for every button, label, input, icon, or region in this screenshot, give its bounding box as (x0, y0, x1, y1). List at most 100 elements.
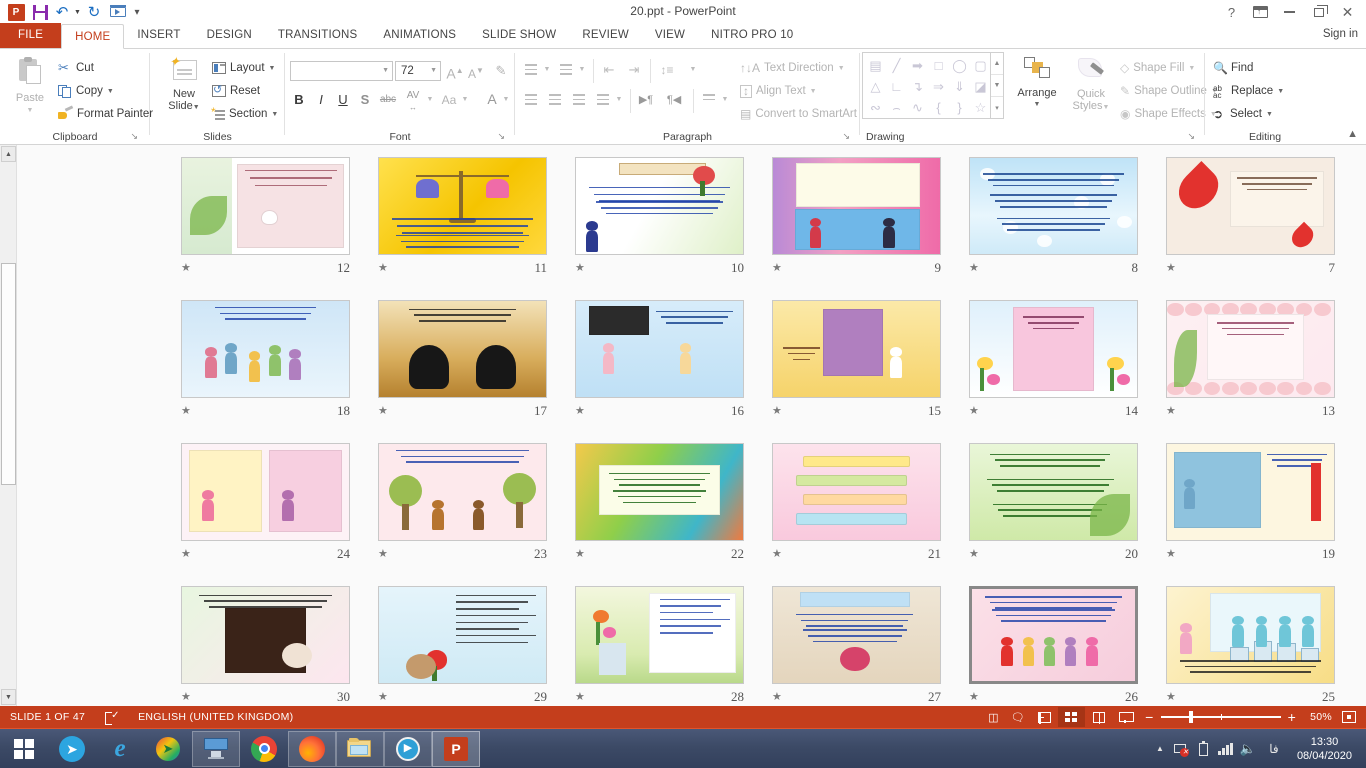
character-spacing-dropdown[interactable]: ▼ (425, 91, 435, 109)
tab-review[interactable]: REVIEW (569, 23, 642, 48)
slide-thumbnail-cell[interactable]: ★22 (575, 443, 744, 565)
strikethrough-button[interactable]: abc (377, 93, 399, 107)
slide-show-button[interactable] (1112, 707, 1139, 727)
tab-design[interactable]: DESIGN (194, 23, 265, 48)
shape-right-brace-icon[interactable]: } (949, 97, 970, 118)
redo-icon[interactable]: ↻ (82, 1, 106, 23)
slide-sorter-view-button[interactable] (1058, 707, 1085, 727)
slide-thumbnail[interactable] (575, 443, 744, 541)
shape-left-brace-icon[interactable]: { (928, 97, 949, 118)
slide-thumbnail[interactable] (772, 300, 941, 398)
copy-button[interactable]: Copy ▼ (58, 82, 114, 100)
slide-thumbnail-cell[interactable]: ★28 (575, 586, 744, 706)
tab-transitions[interactable]: TRANSITIONS (265, 23, 371, 48)
slide-thumbnail[interactable] (181, 300, 350, 398)
animation-star-icon[interactable]: ★ (378, 691, 388, 703)
convert-to-smartart-button[interactable]: ▤ Convert to SmartArt ▼ (740, 105, 868, 123)
spell-check-button[interactable] (95, 706, 128, 728)
slide-thumbnail-cell[interactable]: ★29 (378, 586, 547, 706)
fit-to-window-button[interactable] (1340, 706, 1366, 728)
bold-button[interactable]: B (290, 91, 308, 109)
slide-thumbnail[interactable] (181, 443, 350, 541)
slide-thumbnail-cell[interactable]: ★26 (969, 586, 1138, 706)
taskbar-onscreen-keyboard[interactable] (192, 731, 240, 767)
network-status-icon[interactable]: ✕ (1171, 729, 1193, 768)
restore-button[interactable] (1304, 1, 1333, 23)
animation-star-icon[interactable]: ★ (378, 262, 388, 274)
animation-star-icon[interactable]: ★ (772, 548, 782, 560)
shapes-scroll-up-icon[interactable]: ▲ (991, 53, 1003, 75)
slide-thumbnail[interactable] (181, 586, 350, 684)
scroll-down-button[interactable]: ▼ (1, 689, 16, 705)
slide-thumbnail[interactable] (772, 157, 941, 255)
customize-qat-icon[interactable]: ▾ (130, 1, 144, 23)
font-size-input[interactable]: 72 ▼ (395, 61, 441, 81)
language-indicator[interactable]: فا (1259, 729, 1289, 768)
slide-thumbnail-cell[interactable]: ★14 (969, 300, 1138, 422)
rtl-direction-button[interactable]: ¶◀ (665, 91, 683, 109)
animation-star-icon[interactable]: ★ (181, 262, 191, 274)
start-from-beginning-icon[interactable] (106, 1, 130, 23)
decrease-font-size-button[interactable]: A▼ (466, 61, 486, 84)
animation-star-icon[interactable]: ★ (378, 548, 388, 560)
columns-dropdown[interactable]: ▼ (720, 91, 730, 109)
slide-thumbnail[interactable] (772, 443, 941, 541)
shape-right-arrow-icon[interactable]: ⇒ (928, 76, 949, 97)
font-name-input[interactable]: ▼ (290, 61, 393, 81)
slide-thumbnail[interactable] (378, 443, 547, 541)
format-painter-button[interactable]: Format Painter (58, 105, 153, 123)
numbering-dropdown[interactable]: ▼ (577, 61, 587, 79)
drawing-dialog-launcher[interactable] (1187, 131, 1195, 142)
bullets-button[interactable] (523, 61, 541, 79)
shape-fill-button[interactable]: ◇ Shape Fill ▼ (1120, 59, 1195, 77)
animation-star-icon[interactable]: ★ (181, 405, 191, 417)
taskbar-firefox[interactable] (288, 731, 336, 767)
shapes-gallery[interactable]: ▤ ╱ ➡ □ ◯ ▢ △ ∟ ↴ ⇒ ⇓ ◪ ∾ ⌢ ∿ { } (862, 52, 1004, 119)
slide-thumbnail[interactable] (1166, 157, 1335, 255)
animation-star-icon[interactable]: ★ (969, 262, 979, 274)
text-direction-button[interactable]: ↑↓A Text Direction ▼ (740, 59, 845, 77)
font-color-button[interactable]: A (483, 90, 501, 108)
italic-button[interactable]: I (312, 91, 330, 109)
undo-dropdown-icon[interactable]: ▼ (72, 1, 82, 23)
slide-thumbnail[interactable] (378, 157, 547, 255)
shape-triangle-icon[interactable]: △ (865, 76, 886, 97)
slide-thumbnail[interactable] (969, 300, 1138, 398)
layout-button[interactable]: Layout ▼ (212, 59, 275, 77)
paste-button[interactable]: Paste ▼ (6, 57, 54, 117)
zoom-out-button[interactable]: − (1145, 712, 1153, 722)
slide-thumbnail-cell[interactable]: ★24 (181, 443, 350, 565)
justify-dropdown[interactable]: ▼ (614, 91, 624, 109)
font-dialog-launcher[interactable] (497, 131, 505, 142)
tab-nitro-pro[interactable]: NITRO PRO 10 (698, 23, 806, 48)
slide-thumbnail-cell[interactable]: ★12 (181, 157, 350, 279)
language-indicator[interactable]: ENGLISH (UNITED KINGDOM) (128, 706, 303, 728)
slide-thumbnail[interactable] (969, 157, 1138, 255)
slide-thumbnail-cell[interactable]: ★23 (378, 443, 547, 565)
shape-arrow-icon[interactable]: ➡ (907, 55, 928, 76)
font-color-dropdown[interactable]: ▼ (501, 91, 511, 109)
taskbar-chrome[interactable] (240, 729, 288, 768)
change-case-dropdown[interactable]: ▼ (460, 91, 470, 109)
decrease-indent-button[interactable]: ⇤ (600, 61, 618, 79)
change-case-button[interactable]: Aa (438, 91, 460, 109)
notes-button[interactable]: ◫ (982, 706, 1005, 728)
close-button[interactable]: ✕ (1333, 1, 1362, 23)
slide-thumbnail-cell[interactable]: ★27 (772, 586, 941, 706)
shapes-scroll-down-icon[interactable]: ▼ (991, 75, 1003, 97)
normal-view-button[interactable] (1031, 707, 1058, 727)
animation-star-icon[interactable]: ★ (575, 691, 585, 703)
shape-curve-icon[interactable]: ∿ (907, 97, 928, 118)
zoom-in-button[interactable]: + (1288, 712, 1296, 722)
collapse-ribbon-button[interactable]: ▲ (1347, 128, 1358, 140)
animation-star-icon[interactable]: ★ (1166, 262, 1176, 274)
replace-button[interactable]: abac Replace ▼ (1213, 82, 1284, 100)
vertical-scrollbar[interactable]: ▲ ▼ (0, 145, 17, 706)
justify-button[interactable] (595, 91, 613, 109)
slide-thumbnail-cell[interactable]: ★7 (1166, 157, 1335, 279)
zoom-thumb[interactable] (1189, 711, 1193, 723)
numbering-button[interactable] (558, 61, 576, 79)
scroll-up-button[interactable]: ▲ (1, 146, 16, 162)
align-text-button[interactable]: ↕ Align Text ▼ (740, 82, 817, 100)
bullets-dropdown[interactable]: ▼ (542, 61, 552, 79)
